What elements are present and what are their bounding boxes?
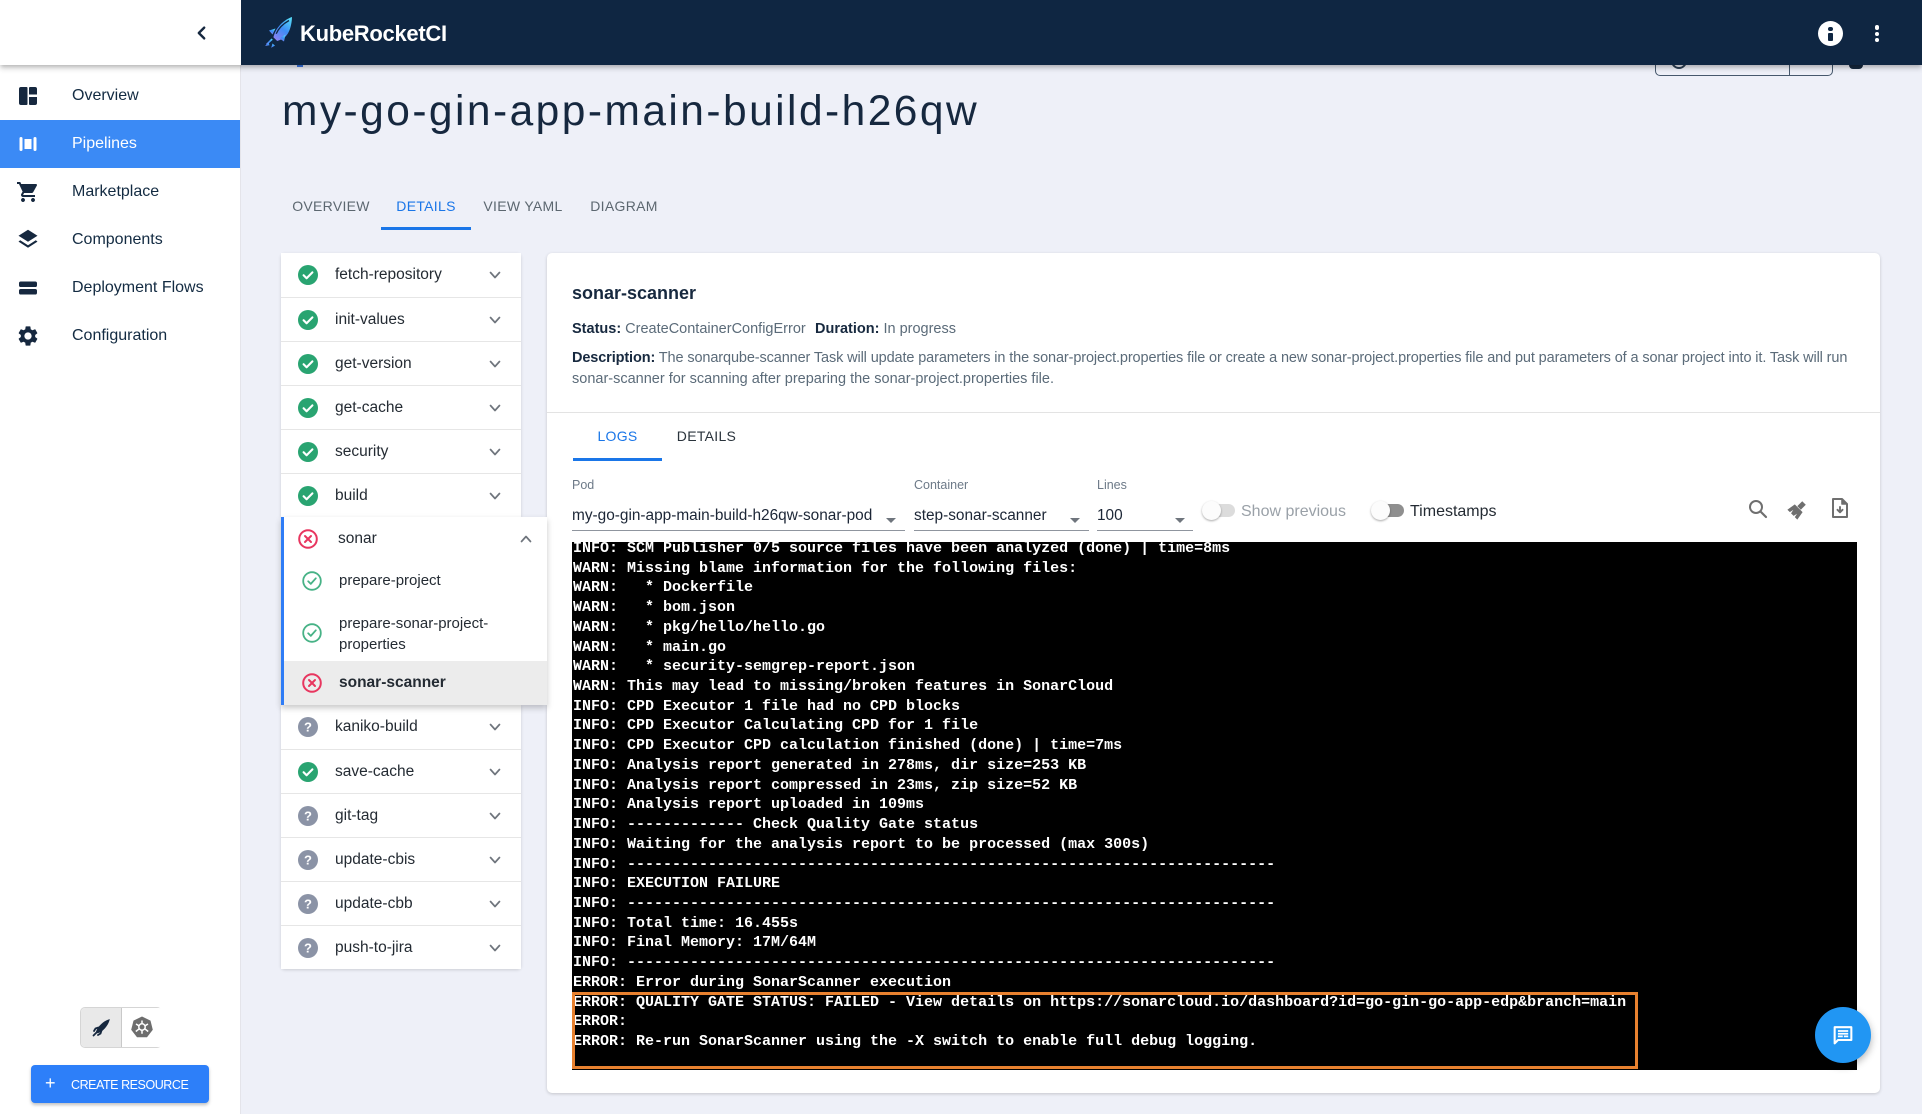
svg-text:?: ? [304, 809, 312, 824]
svg-text:?: ? [304, 720, 312, 735]
svg-text:?: ? [304, 897, 312, 912]
svg-text:?: ? [304, 941, 312, 956]
svg-text:?: ? [304, 853, 312, 868]
